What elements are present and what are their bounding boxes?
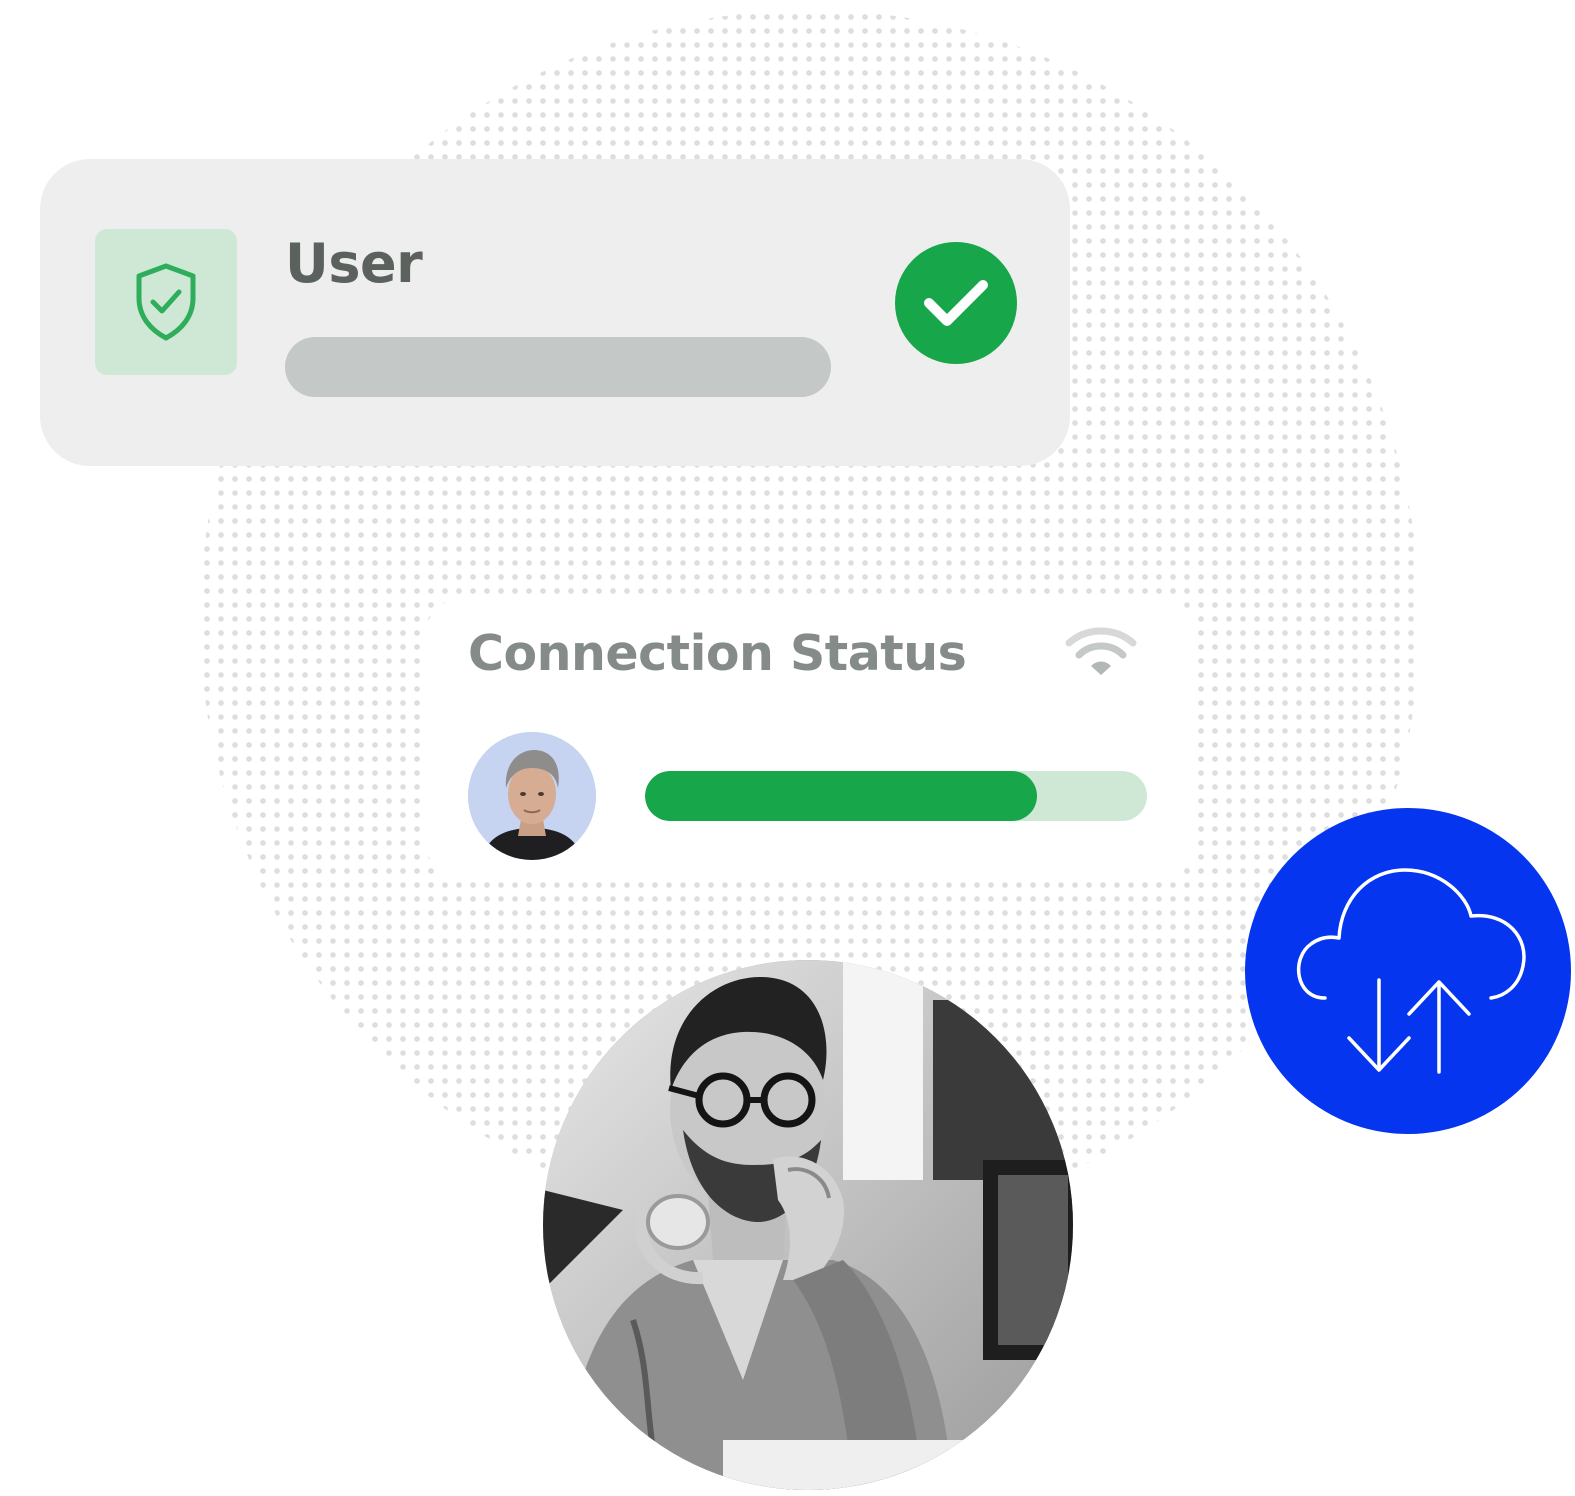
cloud-upload-download-icon [1296,868,1526,1074]
status-badge [895,242,1017,364]
connection-progress-fill [645,771,1037,821]
user-title: User [285,232,423,295]
shield-badge [95,229,237,375]
connection-progress-bar [645,771,1147,821]
user-photo [468,732,596,860]
sync-badge [1245,808,1571,1134]
check-circle-icon [924,280,988,326]
connection-status-card: Connection Status [425,597,1195,880]
illustration-canvas: User Connection Status [0,0,1575,1496]
user-placeholder-bar [285,337,831,397]
connection-status-title: Connection Status [468,625,967,682]
avatar [468,732,596,860]
user-card: User [40,159,1070,466]
wifi-icon [1065,627,1137,675]
photo-illustration [543,960,1073,1490]
shield-check-icon [136,263,196,341]
man-at-computer-photo [543,960,1073,1490]
